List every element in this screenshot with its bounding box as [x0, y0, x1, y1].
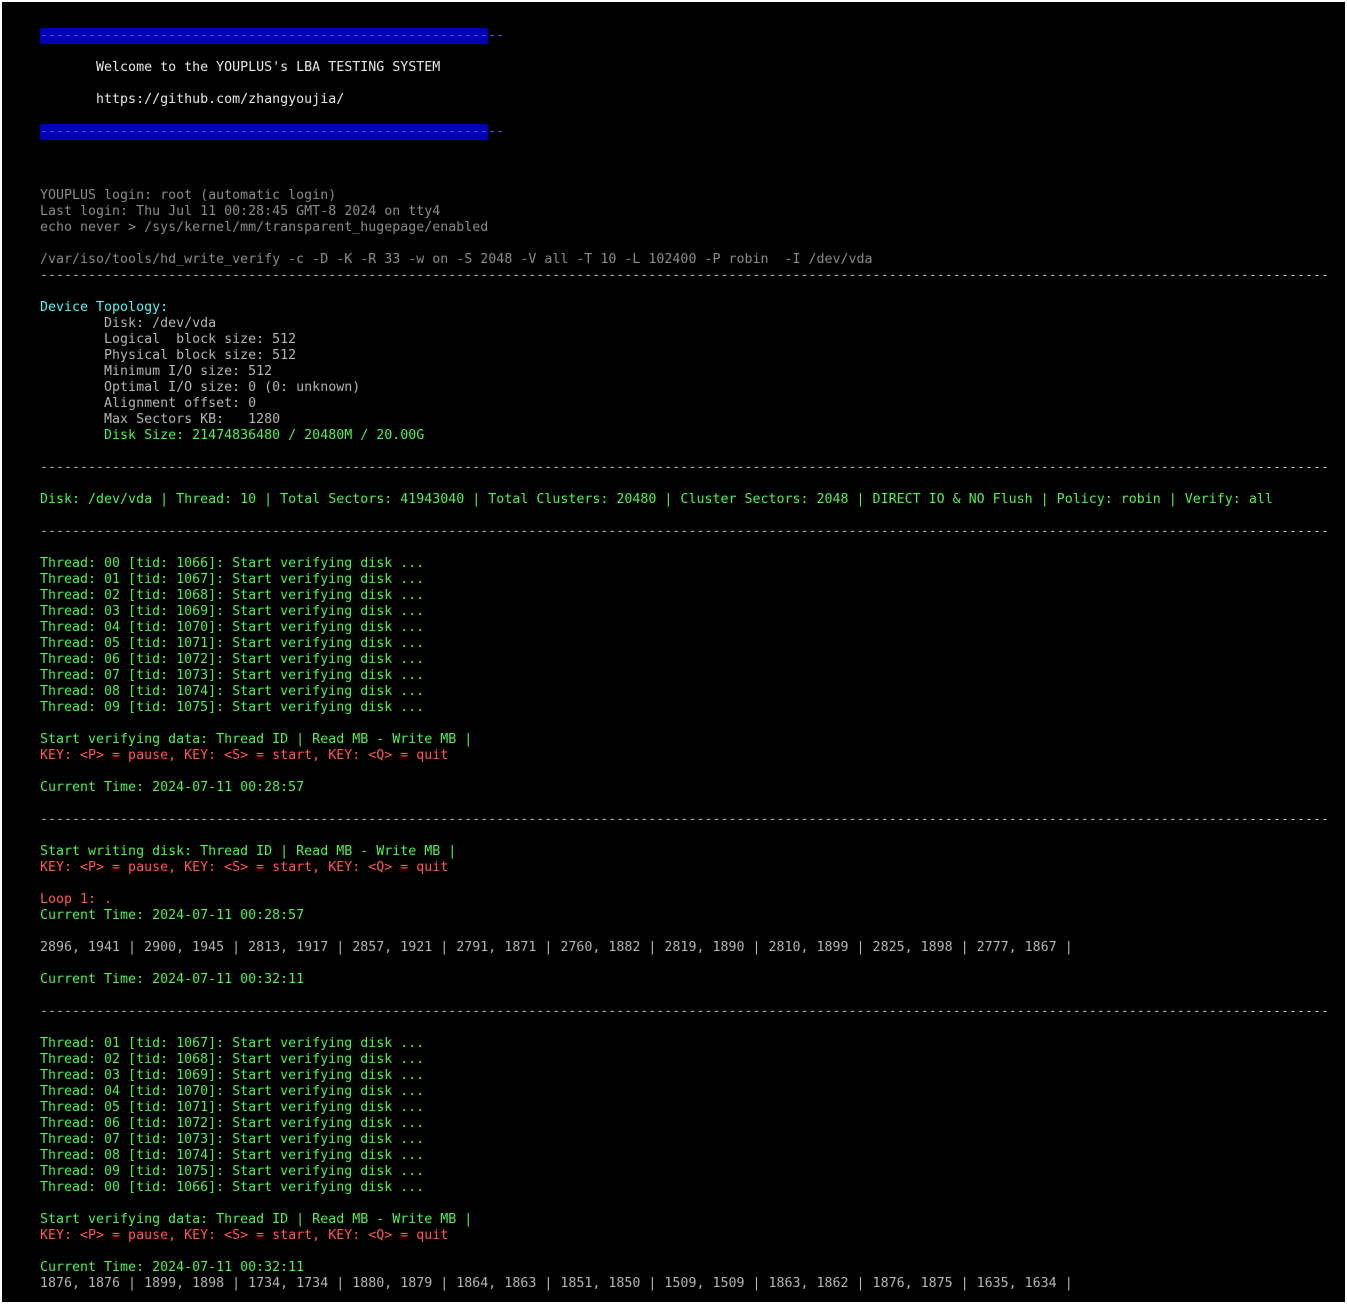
terminal-line: Thread: 02 [tid: 1068]: Start verifying …: [40, 1052, 425, 1067]
terminal-line: Welcome to the YOUPLUS's LBA TESTING SYS…: [40, 60, 441, 75]
terminal-line: Start writing disk: Thread ID | Read MB …: [40, 844, 457, 859]
terminal-line: 1876, 1876 | 1899, 1898 | 1734, 1734 | 1…: [40, 1276, 1073, 1291]
terminal-line: Start verifying data: Thread ID | Read M…: [40, 1212, 473, 1227]
terminal-line: 2896, 1941 | 2900, 1945 | 2813, 1917 | 2…: [40, 940, 1073, 955]
terminal-line: YOUPLUS login: root (automatic login): [40, 188, 337, 203]
banner-text: ----------------------------------------…: [40, 28, 505, 44]
terminal-line: Minimum I/O size: 512: [40, 364, 273, 379]
terminal-line: ----------------------------------------…: [40, 812, 1330, 827]
terminal-line: Current Time: 2024-07-11 00:28:57: [40, 908, 305, 923]
terminal-line: Thread: 08 [tid: 1074]: Start verifying …: [40, 684, 425, 699]
terminal-line: Optimal I/O size: 0 (0: unknown): [40, 380, 361, 395]
terminal-line: Max Sectors KB: 1280: [40, 412, 281, 427]
terminal-line: Thread: 09 [tid: 1075]: Start verifying …: [40, 700, 425, 715]
terminal-line: Thread: 08 [tid: 1074]: Start verifying …: [40, 1148, 425, 1163]
terminal-line: Disk Size: 21474836480 / 20480M / 20.00G: [40, 428, 425, 443]
terminal-line: Thread: 00 [tid: 1066]: Start verifying …: [40, 1180, 425, 1195]
terminal-line: KEY: <P> = pause, KEY: <S> = start, KEY:…: [40, 748, 449, 763]
terminal-line: Alignment offset: 0: [40, 396, 257, 411]
terminal-line: ----------------------------------------…: [40, 1004, 1330, 1019]
terminal-line: Thread: 04 [tid: 1070]: Start verifying …: [40, 620, 425, 635]
terminal-line: Thread: 01 [tid: 1067]: Start verifying …: [40, 572, 425, 587]
terminal-line: Thread: 06 [tid: 1072]: Start verifying …: [40, 652, 425, 667]
terminal-line: Logical block size: 512: [40, 332, 297, 347]
terminal-line: Thread: 00 [tid: 1066]: Start verifying …: [40, 556, 425, 571]
banner-text: ----------------------------------------…: [40, 124, 505, 140]
terminal-line: /var/iso/tools/hd_write_verify -c -D -K …: [40, 252, 873, 267]
terminal-line: Thread: 09 [tid: 1075]: Start verifying …: [40, 1164, 425, 1179]
terminal-line: Thread: 05 [tid: 1071]: Start verifying …: [40, 1100, 425, 1115]
banner-bar: ----------------------------------------…: [40, 124, 1330, 140]
terminal-line: KEY: <P> = pause, KEY: <S> = start, KEY:…: [40, 860, 449, 875]
terminal-line: Thread: 04 [tid: 1070]: Start verifying …: [40, 1084, 425, 1099]
terminal-window[interactable]: ----------------------------------------…: [2, 2, 1345, 1302]
terminal-line: Physical block size: 512: [40, 348, 297, 363]
terminal-line: Start verifying data: Thread ID | Read M…: [40, 732, 473, 747]
terminal-line: https://github.com/zhangyoujia/: [40, 92, 345, 107]
terminal-output: ----------------------------------------…: [40, 28, 1330, 1292]
terminal-line: Thread: 07 [tid: 1073]: Start verifying …: [40, 668, 425, 683]
terminal-line: Current Time: 2024-07-11 00:32:11: [40, 1260, 305, 1275]
terminal-line: Thread: 01 [tid: 1067]: Start verifying …: [40, 1036, 425, 1051]
terminal-line: Thread: 03 [tid: 1069]: Start verifying …: [40, 1068, 425, 1083]
terminal-line: ----------------------------------------…: [40, 268, 1330, 283]
terminal-line: ----------------------------------------…: [40, 524, 1330, 539]
terminal-line: Thread: 03 [tid: 1069]: Start verifying …: [40, 604, 425, 619]
terminal-line: Thread: 02 [tid: 1068]: Start verifying …: [40, 588, 425, 603]
terminal-line: Disk: /dev/vda: [40, 316, 217, 331]
terminal-line: Disk: /dev/vda | Thread: 10 | Total Sect…: [40, 492, 1273, 507]
terminal-line: ----------------------------------------…: [40, 460, 1330, 475]
banner-bar: ----------------------------------------…: [40, 28, 1330, 44]
terminal-line: Current Time: 2024-07-11 00:32:11: [40, 972, 305, 987]
terminal-line: Loop 1: .: [40, 892, 113, 907]
terminal-line: Thread: 06 [tid: 1072]: Start verifying …: [40, 1116, 425, 1131]
terminal-line: KEY: <P> = pause, KEY: <S> = start, KEY:…: [40, 1228, 449, 1243]
terminal-line: Last login: Thu Jul 11 00:28:45 GMT-8 20…: [40, 204, 441, 219]
terminal-line: Device Topology:: [40, 300, 169, 315]
terminal-line: Current Time: 2024-07-11 00:28:57: [40, 780, 305, 795]
terminal-line: echo never > /sys/kernel/mm/transparent_…: [40, 220, 489, 235]
terminal-line: Thread: 07 [tid: 1073]: Start verifying …: [40, 1132, 425, 1147]
terminal-line: Thread: 05 [tid: 1071]: Start verifying …: [40, 636, 425, 651]
